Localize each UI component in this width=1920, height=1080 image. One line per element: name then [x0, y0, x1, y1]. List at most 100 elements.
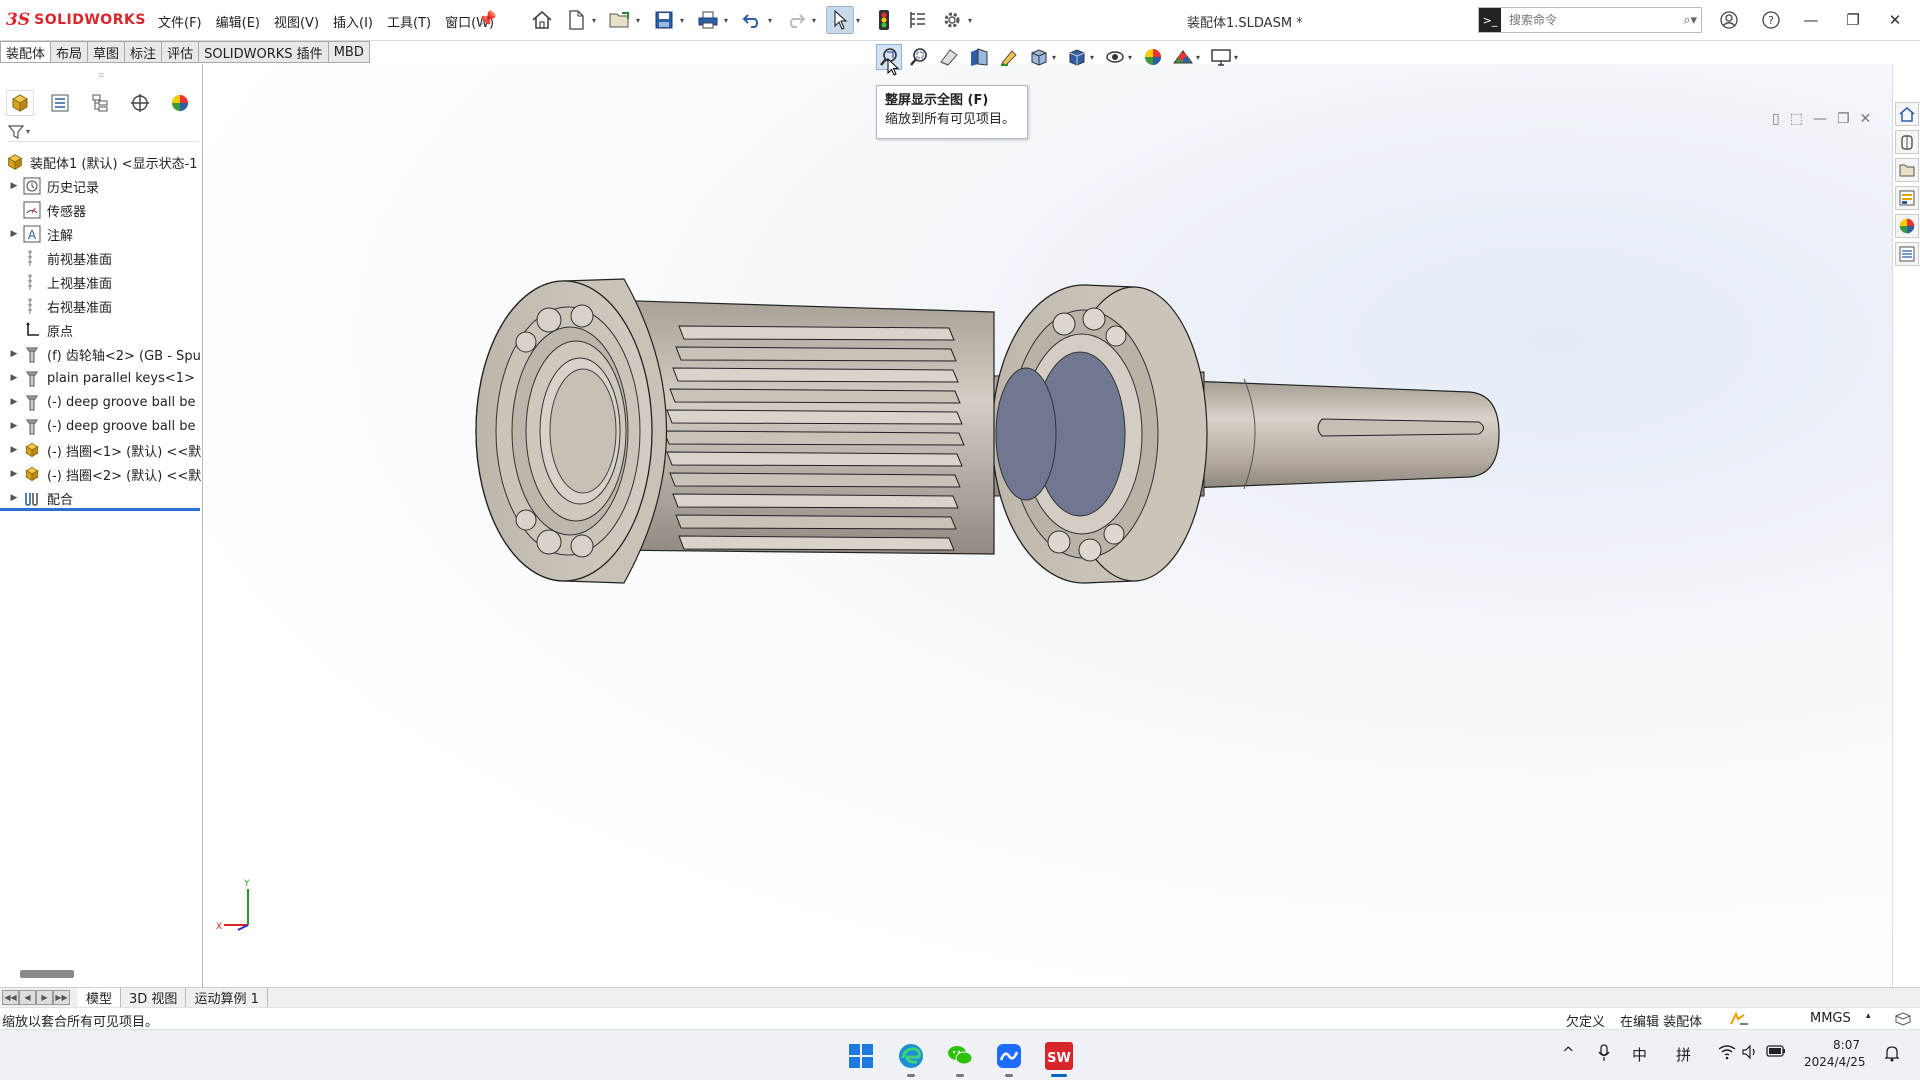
notification-icon[interactable]: [1884, 1044, 1900, 1066]
menu-file[interactable]: 文件(F): [158, 12, 202, 31]
start-icon[interactable]: [845, 1040, 877, 1072]
tab-mbd[interactable]: MBD: [328, 41, 370, 63]
select-dropdown-caret[interactable]: ▾: [856, 16, 864, 25]
tree-item[interactable]: ▶ (-) deep groove ball be: [0, 390, 203, 414]
new-document-icon[interactable]: [562, 6, 590, 34]
print-dropdown-caret[interactable]: ▾: [724, 16, 732, 25]
view-palette-icon[interactable]: [1895, 186, 1919, 210]
next-tab-arrow-icon[interactable]: ▶: [36, 990, 53, 1005]
file-properties-icon[interactable]: [904, 6, 932, 34]
tab-addins[interactable]: SOLIDWORKS 插件: [199, 41, 329, 63]
pin-icon[interactable]: 📌: [478, 10, 497, 28]
first-tab-arrow-icon[interactable]: ◀◀: [2, 990, 19, 1005]
select-icon[interactable]: [826, 6, 854, 34]
expand-arrow-icon[interactable]: ▶: [7, 493, 21, 503]
solidworks-logo[interactable]: 3S SOLIDWORKS: [6, 10, 146, 30]
tab-evaluate[interactable]: 评估: [162, 41, 200, 63]
display-style-icon[interactable]: [1064, 44, 1090, 70]
minimize-icon[interactable]: —: [1790, 6, 1832, 34]
custom-properties-icon[interactable]: [1895, 242, 1919, 266]
tree-item[interactable]: 前视基准面: [0, 246, 203, 270]
redo-icon[interactable]: [782, 6, 810, 34]
save-dropdown-caret[interactable]: ▾: [680, 16, 688, 25]
dynamic-annotation-icon[interactable]: [996, 44, 1022, 70]
tab-3d-views[interactable]: 3D 视图: [121, 988, 187, 1007]
wechat-icon[interactable]: [944, 1040, 976, 1077]
rebuild-icon[interactable]: [870, 6, 898, 34]
battery-icon[interactable]: [1766, 1044, 1786, 1062]
tree-item[interactable]: ▶ plain parallel keys<1>: [0, 366, 203, 390]
file-explorer-icon[interactable]: [1895, 158, 1919, 182]
menu-view[interactable]: 视图(V): [274, 12, 319, 31]
split-view-icon[interactable]: ▯: [1772, 111, 1780, 127]
apply-scene-caret[interactable]: ▾: [1196, 53, 1204, 62]
tree-item[interactable]: ▶ (-) deep groove ball be: [0, 414, 203, 438]
tab-layout[interactable]: 布局: [51, 41, 89, 63]
units-dropdown-caret[interactable]: ▴: [1866, 1011, 1871, 1021]
tree-item[interactable]: ▶ A 注解: [0, 222, 203, 246]
expand-arrow-icon[interactable]: ▶: [7, 373, 21, 383]
menu-tools[interactable]: 工具(T): [387, 12, 431, 31]
gear-shaft-assembly-model[interactable]: Y X: [204, 64, 1892, 987]
tree-root-assembly[interactable]: 装配体1 (默认) <显示状态-1: [0, 150, 203, 174]
expand-arrow-icon[interactable]: ▶: [7, 445, 21, 455]
undo-dropdown-caret[interactable]: ▾: [768, 16, 776, 25]
open-dropdown-caret[interactable]: ▾: [636, 16, 644, 25]
edit-appearance-icon[interactable]: [1140, 44, 1166, 70]
options-dropdown-caret[interactable]: ▾: [968, 16, 976, 25]
view-orientation-caret[interactable]: ▾: [1052, 53, 1060, 62]
system-clock[interactable]: 8:07 2024/4/25: [1804, 1037, 1866, 1071]
view-settings-caret[interactable]: ▾: [1234, 53, 1242, 62]
solidworks-icon[interactable]: SW: [1043, 1040, 1075, 1077]
quick-tips-icon[interactable]: [1894, 1011, 1912, 1031]
tab-sketch[interactable]: 草图: [88, 41, 126, 63]
ime-language[interactable]: 中: [1632, 1044, 1647, 1065]
tree-item[interactable]: 上视基准面: [0, 270, 203, 294]
tree-filter[interactable]: ▾: [8, 122, 198, 142]
appearances-icon[interactable]: [1895, 214, 1919, 238]
home-icon[interactable]: [528, 6, 556, 34]
menu-insert[interactable]: 插入(I): [333, 12, 373, 31]
view-orientation-icon[interactable]: [1026, 44, 1052, 70]
ime-mode[interactable]: 拼: [1676, 1044, 1691, 1065]
redo-dropdown-caret[interactable]: ▾: [812, 16, 820, 25]
previous-view-icon[interactable]: [936, 44, 962, 70]
tab-motion-study-1[interactable]: 运动算例 1: [186, 988, 268, 1007]
volume-icon[interactable]: [1742, 1044, 1758, 1064]
microphone-icon[interactable]: [1597, 1044, 1611, 1066]
new-dropdown-caret[interactable]: ▾: [592, 16, 600, 25]
last-tab-arrow-icon[interactable]: ▶▶: [53, 990, 70, 1005]
filter-dropdown-caret[interactable]: ▾: [26, 127, 30, 136]
wifi-icon[interactable]: [1718, 1044, 1736, 1064]
display-manager-tab-icon[interactable]: [166, 90, 194, 116]
dimxpert-tab-icon[interactable]: [126, 90, 154, 116]
tree-item[interactable]: 传感器: [0, 198, 203, 222]
panel-splitter[interactable]: ▫: [0, 70, 203, 79]
display-style-caret[interactable]: ▾: [1090, 53, 1098, 62]
expand-arrow-icon[interactable]: ▶: [7, 229, 21, 239]
filter-icon[interactable]: [8, 124, 24, 139]
expand-arrow-icon[interactable]: ▶: [7, 181, 21, 191]
tree-item[interactable]: ▶ (-) 挡圈<1> (默认) <<默: [0, 438, 203, 462]
hide-show-caret[interactable]: ▾: [1128, 53, 1136, 62]
tab-markup[interactable]: 标注: [125, 41, 163, 63]
close-icon[interactable]: ✕: [1874, 6, 1916, 34]
expand-arrow-icon[interactable]: ▶: [7, 421, 21, 431]
viewport-minimize-icon[interactable]: —: [1813, 111, 1827, 127]
apply-scene-icon[interactable]: [1170, 44, 1196, 70]
configuration-manager-tab-icon[interactable]: [86, 90, 114, 116]
property-manager-tab-icon[interactable]: [46, 90, 74, 116]
design-library-icon[interactable]: [1895, 130, 1919, 154]
lark-icon[interactable]: [993, 1040, 1025, 1077]
expand-arrow-icon[interactable]: ▶: [7, 349, 21, 359]
rollback-bar[interactable]: [0, 508, 200, 511]
tree-item[interactable]: 右视基准面: [0, 294, 203, 318]
edge-icon[interactable]: [895, 1040, 927, 1077]
show-hidden-icons-icon[interactable]: ^: [1562, 1044, 1575, 1062]
print-icon[interactable]: [694, 6, 722, 34]
prev-tab-arrow-icon[interactable]: ◀: [19, 990, 36, 1005]
viewport-restore-icon[interactable]: ❐: [1837, 111, 1850, 127]
menu-edit[interactable]: 编辑(E): [216, 12, 260, 31]
tree-item[interactable]: ▶ (f) 齿轮轴<2> (GB - Spu: [0, 342, 203, 366]
graphics-area[interactable]: Y X ▯ ⬚ — ❐ ✕: [204, 64, 1892, 987]
